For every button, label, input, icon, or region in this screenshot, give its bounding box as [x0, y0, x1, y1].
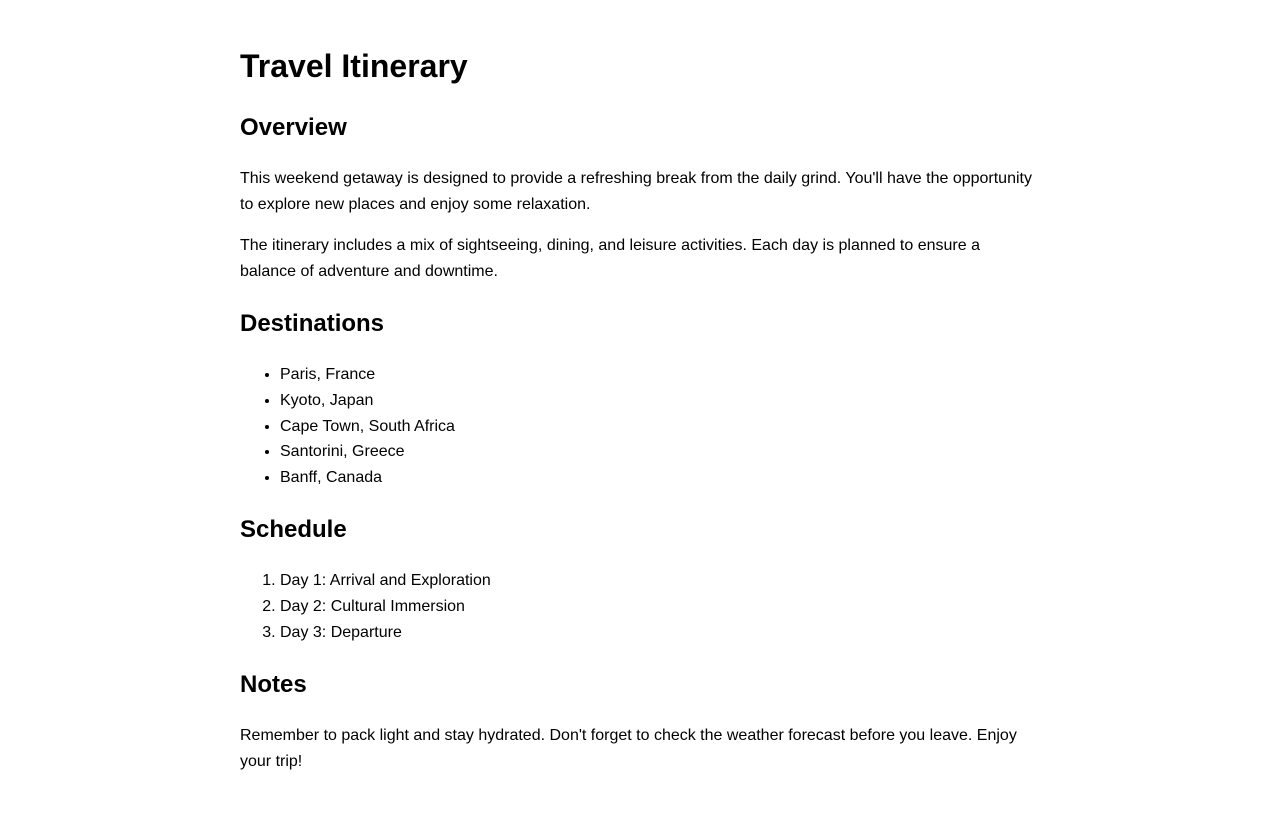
overview-heading: Overview [240, 114, 347, 141]
destination-item: Kyoto, Japan [280, 388, 1040, 414]
destinations-list: Paris, France Kyoto, Japan Cape Town, So… [240, 362, 1040, 490]
destination-item: Cape Town, South Africa [280, 414, 1040, 440]
notes-paragraph: Remember to pack light and stay hydrated… [240, 727, 1017, 770]
destination-item: Banff, Canada [280, 465, 1040, 491]
destinations-heading: Destinations [240, 310, 385, 338]
schedule-item: Day 3: Departure [280, 620, 1040, 646]
schedule-section: Schedule Day 1: Arrival and Exploration … [240, 514, 1040, 645]
schedule-item: Day 1: Arrival and Exploration [280, 568, 1040, 594]
overview-paragraph: This weekend getaway is designed to prov… [240, 170, 1032, 213]
notes-heading: Notes [240, 671, 307, 699]
notes-section: Notes Remember to pack light and stay hy… [240, 669, 1040, 774]
overview-section: Overview This weekend getaway is designe… [240, 112, 1040, 284]
destination-item: Santorini, Greece [280, 439, 1040, 465]
destinations-section: Destinations Paris, France Kyoto, Japan … [240, 308, 1040, 490]
destination-item: Paris, France [280, 362, 1040, 388]
schedule-list: Day 1: Arrival and Exploration Day 2: Cu… [240, 568, 1040, 645]
document-page: Travel Itinerary Overview This weekend g… [240, 0, 1040, 774]
overview-paragraph: The itinerary includes a mix of sightsee… [240, 237, 980, 280]
schedule-heading: Schedule [240, 516, 347, 544]
page-title: Travel Itinerary [240, 48, 468, 84]
schedule-item: Day 2: Cultural Immersion [280, 594, 1040, 620]
